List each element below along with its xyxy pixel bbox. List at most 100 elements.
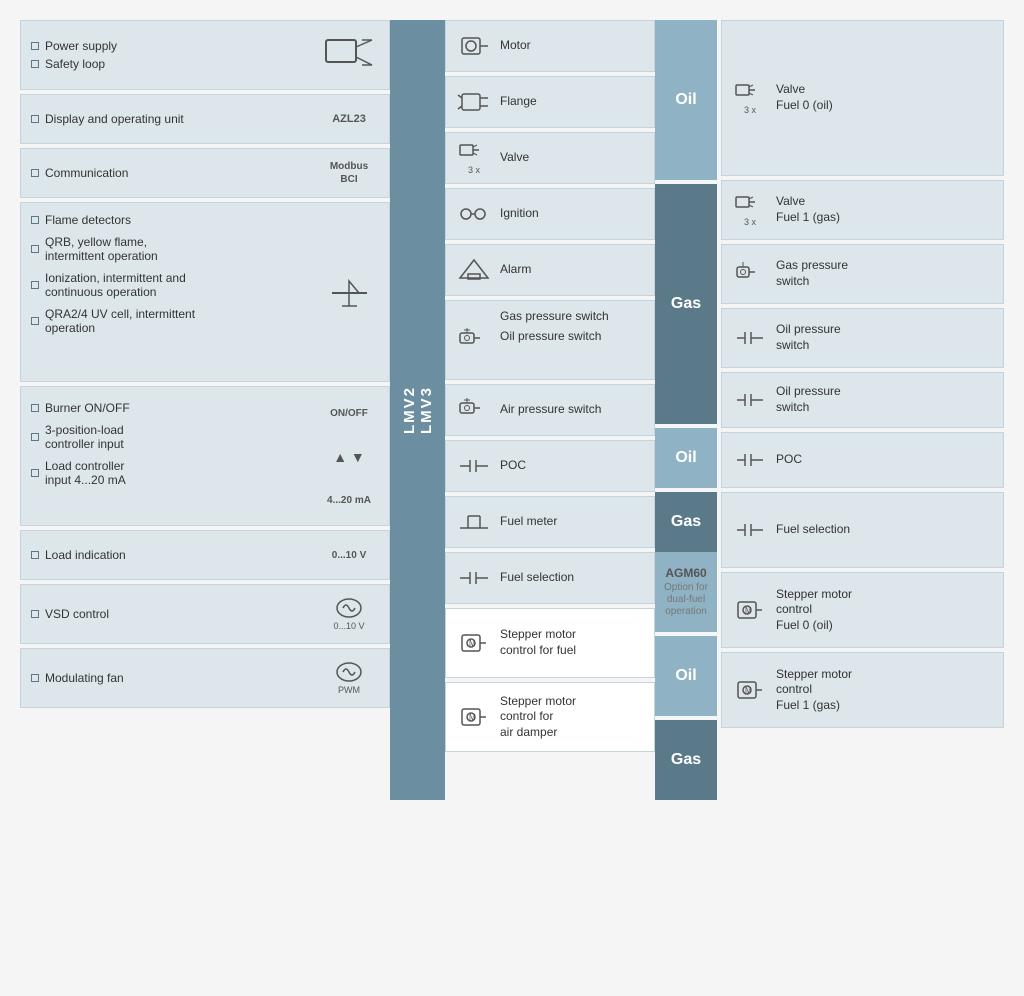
alarm-label: Alarm [500, 262, 644, 278]
valve-gas-block: 3 x ValveFuel 1 (gas) [721, 180, 1004, 240]
oil-pressure-switch-mid: Oil pressure switch [500, 329, 644, 345]
fan-text: Modulating fan [31, 671, 124, 685]
display-icon: AZL23 [319, 113, 379, 125]
alarm-row: Alarm [445, 244, 655, 296]
bullet-comm [31, 169, 39, 177]
middle-panel: Motor Flange [445, 20, 655, 800]
display-text: Display and operating unit [31, 112, 184, 126]
oil-pressure-gas-block: Oil pressureswitch [721, 308, 1004, 368]
flange-label: Flange [500, 94, 644, 110]
fuel-gas-2-label: Gas [655, 492, 717, 552]
alarm-icon [456, 256, 492, 284]
gas-pressure-switch-mid: Gas pressure switch [500, 309, 644, 325]
left-panel: Power supply Safety loop [20, 20, 390, 800]
right-section: Oil Gas Oil Gas AGM60 Option fordual-fue… [655, 20, 1004, 800]
valve-oil-icon: 3 x [732, 81, 768, 115]
valve-3x-icon: 3 x [459, 141, 489, 175]
load-text: Load indication [31, 548, 126, 562]
ignition-label: Ignition [500, 206, 644, 222]
communication-icon: ModbusBCI [319, 160, 379, 186]
poc-gas-block: POC [721, 432, 1004, 488]
fuel-gas-1-label: Gas [655, 184, 717, 424]
communication-text: Communication [31, 166, 128, 180]
bullet-fan [31, 674, 39, 682]
stepper-oil-label: Stepper motorcontrolFuel 0 (oil) [776, 587, 852, 634]
bullet-flame2 [31, 245, 39, 253]
power-icon [319, 35, 379, 75]
power-safety-block: Power supply Safety loop [20, 20, 390, 90]
fuel-selection-icon [456, 564, 492, 592]
vsd-text: VSD control [31, 607, 109, 621]
bullet-burner1 [31, 404, 39, 412]
power-safety-text: Power supply Safety loop [31, 39, 117, 71]
bullet-vsd [31, 610, 39, 618]
fuel-meter-row: Fuel meter [445, 496, 655, 548]
fan-item: Modulating fan [31, 671, 124, 685]
oil-pressure-gas-label: Oil pressureswitch [776, 322, 841, 353]
gas-pressure-right-icon [732, 260, 768, 288]
flame-icon [319, 271, 379, 316]
fuel-oil-1-label: Oil [655, 20, 717, 180]
poc-row: POC [445, 440, 655, 492]
flame-item-1: Flame detectors [31, 213, 319, 227]
valve-oil-block: 3 x ValveFuel 0 (oil) [721, 20, 1004, 176]
bullet-safety [31, 60, 39, 68]
motor-icon [456, 32, 492, 60]
stepper-fuel-row: M Stepper motorcontrol for fuel [445, 608, 655, 678]
fuel-oil-2-label: Oil [655, 428, 717, 488]
valve-3x-oil: 3 x [735, 81, 765, 115]
load-icon: 0...10 V [319, 550, 379, 561]
stepper-fuel-label: Stepper motorcontrol for fuel [500, 627, 644, 658]
poc-icon [456, 452, 492, 480]
svg-text:M: M [469, 639, 476, 648]
display-block: Display and operating unit AZL23 [20, 94, 390, 144]
right-blocks: 3 x ValveFuel 0 (oil) 3 x [721, 20, 1004, 800]
fuel-selection-right-icon [732, 520, 768, 540]
vsd-item: VSD control [31, 607, 109, 621]
burner-block: Burner ON/OFF 3-position-loadcontroller … [20, 386, 390, 526]
burner-item-3: Load controllerinput 4...20 mA [31, 459, 319, 487]
poc-label: POC [500, 458, 644, 474]
flange-icon [456, 88, 492, 116]
oil-pressure-gas-icon [732, 328, 768, 348]
burner-item-2: 3-position-loadcontroller input [31, 423, 319, 451]
fuel-labels-column: Oil Gas Oil Gas AGM60 Option fordual-fue… [655, 20, 717, 800]
air-pressure-row: Air pressure switch [445, 384, 655, 436]
oil-pressure-oil-icon [732, 390, 768, 410]
bullet-burner2 [31, 433, 39, 441]
communication-block: Communication ModbusBCI [20, 148, 390, 198]
valve-row: 3 x Valve [445, 132, 655, 184]
stepper-gas-icon: M [732, 674, 768, 706]
flame-block: Flame detectors QRB, yellow flame,interm… [20, 202, 390, 382]
lmv-column: LMV2LMV3 [390, 20, 445, 800]
pressure-icon [456, 325, 492, 357]
valve-label: Valve [500, 150, 644, 166]
stepper-air-row: M Stepper motorcontrol forair damper [445, 682, 655, 752]
flame-item-2: QRB, yellow flame,intermittent operation [31, 235, 319, 263]
flame-text: Flame detectors QRB, yellow flame,interm… [31, 213, 319, 335]
fuel-oil-3-label: Oil [655, 636, 717, 716]
stepper-oil-icon: M [732, 594, 768, 626]
bullet-load [31, 551, 39, 559]
fuel-selection-right-block: Fuel selection [721, 492, 1004, 568]
vsd-block: VSD control 0...10 V [20, 584, 390, 644]
gas-oil-pressure-label: Gas pressure switch Oil pressure switch [500, 309, 644, 344]
stepper-gas-label: Stepper motorcontrolFuel 1 (gas) [776, 667, 852, 714]
modulating-fan-block: Modulating fan PWM [20, 648, 390, 708]
stepper-air-label: Stepper motorcontrol forair damper [500, 694, 644, 741]
fuel-meter-icon [456, 508, 492, 536]
bullet-power [31, 42, 39, 50]
motor-label: Motor [500, 38, 644, 54]
communication-item: Communication [31, 166, 128, 180]
fuel-selection-row: Fuel selection [445, 552, 655, 604]
flange-row: Flange [445, 76, 655, 128]
bullet-burner3 [31, 469, 39, 477]
valve-gas-label: ValveFuel 1 (gas) [776, 194, 840, 225]
fuel-selection-right-label: Fuel selection [776, 522, 850, 538]
bullet-flame1 [31, 216, 39, 224]
valve-oil-label: ValveFuel 0 (oil) [776, 82, 833, 113]
stepper-fuel-icon: M [456, 627, 492, 659]
burner-text: Burner ON/OFF 3-position-loadcontroller … [31, 397, 319, 487]
fuel-agm-label: AGM60 Option fordual-fueloperation [655, 552, 717, 632]
pressure-row: Gas pressure switch Oil pressure switch [445, 300, 655, 380]
